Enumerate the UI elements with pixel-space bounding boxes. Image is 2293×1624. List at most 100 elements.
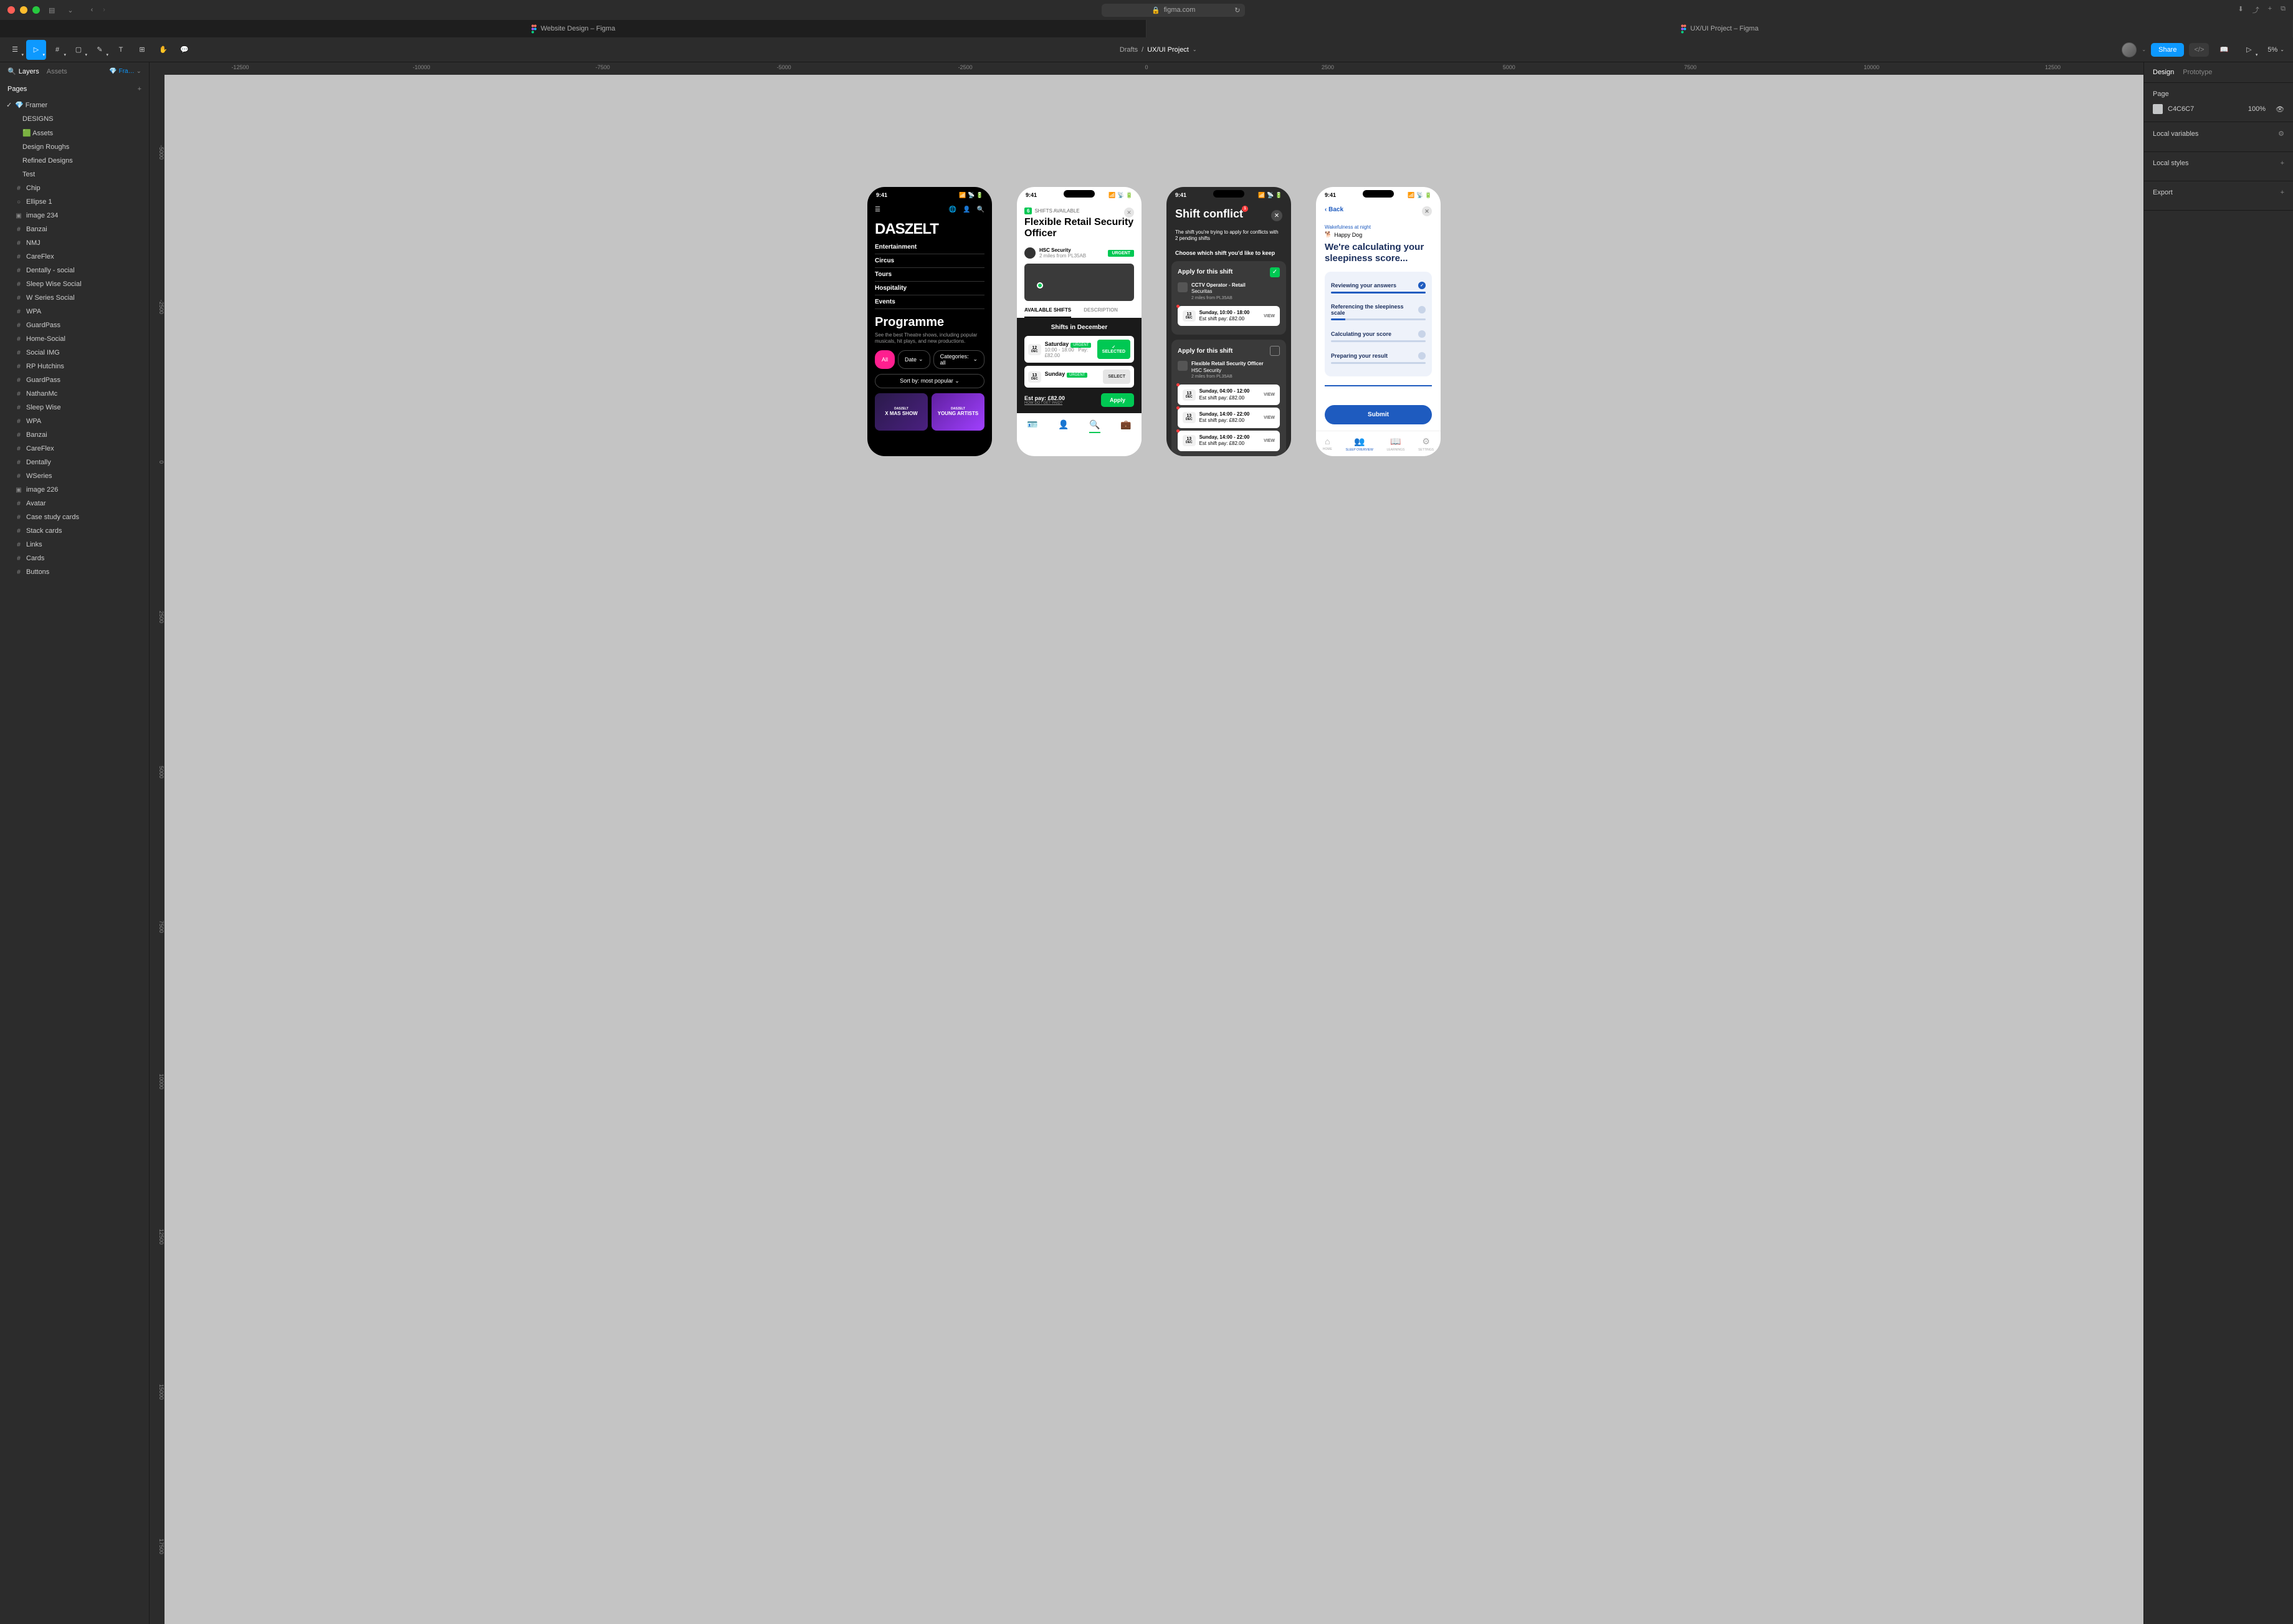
export-label: Export (2153, 189, 2173, 196)
layer-item[interactable]: #Social IMG (0, 346, 149, 360)
tabs-icon[interactable]: ⧉ (2281, 5, 2286, 15)
layer-item[interactable]: ▣image 226 (0, 483, 149, 497)
share-icon[interactable]: ⤴ (2252, 5, 2259, 15)
layer-item[interactable]: #Dentally - social (0, 264, 149, 277)
frame-icon: # (15, 280, 22, 288)
page-item[interactable]: Test (0, 168, 149, 181)
prototype-tab[interactable]: Prototype (2183, 69, 2212, 76)
page-title: Programme (867, 309, 992, 332)
zoom-level[interactable]: 5%⌄ (2264, 46, 2288, 54)
design-frame-security[interactable]: 9:41📶 📡 🔋 ✕ 6SHIFTS AVAILABLE Flexible R… (1017, 187, 1142, 456)
nav-user-icon: 👤 (1058, 419, 1069, 433)
layer-item[interactable]: #Stack cards (0, 524, 149, 538)
color-hex[interactable]: C4C6C7 (2168, 105, 2243, 113)
color-opacity[interactable]: 100% (2248, 105, 2266, 113)
page-item[interactable]: 🟩 Assets (0, 126, 149, 140)
add-style-button[interactable]: + (2281, 160, 2284, 167)
layer-item[interactable]: #GuardPass (0, 318, 149, 332)
page-item[interactable]: Design Roughs (0, 140, 149, 154)
new-tab-icon[interactable]: + (2268, 5, 2272, 15)
frame-icon: # (15, 376, 22, 384)
layer-item[interactable]: #Links (0, 538, 149, 552)
pen-tool-button[interactable]: ✎▾ (90, 40, 110, 60)
layer-item[interactable]: #WPA (0, 414, 149, 428)
layer-item[interactable]: #Banzai (0, 428, 149, 442)
present-button[interactable]: ▷▾ (2239, 40, 2259, 60)
design-tab[interactable]: Design (2153, 69, 2174, 76)
minimize-window-button[interactable] (20, 6, 27, 14)
apply-button: Apply (1101, 393, 1134, 407)
close-window-button[interactable] (7, 6, 15, 14)
design-frame-sleep[interactable]: 9:41📶 📡 🔋 ‹ Back✕ Wakefulness at night 🐕… (1316, 187, 1441, 456)
frame-tool-button[interactable]: #▾ (47, 40, 67, 60)
nav-back-icon[interactable]: ‹ (87, 4, 97, 16)
layer-item[interactable]: #WPA (0, 305, 149, 318)
nav-forward-icon[interactable]: › (99, 4, 109, 16)
sidebar-toggle-icon[interactable]: ▤ (45, 4, 59, 17)
layer-item[interactable]: ○Ellipse 1 (0, 195, 149, 209)
add-export-button[interactable]: + (2281, 189, 2284, 196)
page-filter[interactable]: 💎Fra…⌄ (109, 68, 141, 75)
add-page-button[interactable]: + (138, 85, 141, 93)
comment-tool-button[interactable]: 💬 (174, 40, 194, 60)
layer-item[interactable]: #Sleep Wise Social (0, 277, 149, 291)
layer-item[interactable]: ▣image 234 (0, 209, 149, 222)
layer-item[interactable]: #Sleep Wise (0, 401, 149, 414)
dev-mode-button[interactable]: </> (2189, 43, 2209, 57)
layer-item[interactable]: #GuardPass (0, 373, 149, 387)
variables-settings-icon[interactable]: ⚙ (2278, 130, 2284, 138)
layers-tab[interactable]: 🔍Layers (7, 67, 39, 75)
download-icon[interactable]: ⬇ (2238, 5, 2243, 15)
design-frame-daszelt[interactable]: 9:41📶 📡 🔋 ☰ 🌐 👤 🔍 DASZELT EntertainmentC… (867, 187, 992, 456)
breadcrumb-project[interactable]: UX/UI Project (1147, 46, 1189, 54)
library-icon[interactable]: 📖 (2214, 40, 2234, 60)
layer-item[interactable]: #W Series Social (0, 291, 149, 305)
close-icon: ✕ (1422, 206, 1432, 216)
choose-label: Choose which shift you'd like to keep (1166, 247, 1291, 261)
layer-item[interactable]: #Cards (0, 552, 149, 565)
chevron-down-icon[interactable]: ⌄ (2142, 47, 2146, 52)
chevron-down-icon[interactable]: ⌄ (1193, 47, 1197, 52)
layer-item[interactable]: #RP Hutchins (0, 360, 149, 373)
layer-item[interactable]: #WSeries (0, 469, 149, 483)
browser-tabs: Website Design – Figma UX/UI Project – F… (0, 20, 2293, 37)
phone-notch (1363, 190, 1394, 198)
page-item[interactable]: 💎 Framer (0, 98, 149, 112)
layer-item[interactable]: #Banzai (0, 222, 149, 236)
url-box[interactable]: 🔒 figma.com ↻ (1102, 4, 1245, 17)
color-swatch[interactable] (2153, 104, 2163, 114)
nav-item: Hospitality (875, 282, 984, 295)
move-tool-button[interactable]: ▷▾ (26, 40, 46, 60)
page-item[interactable]: Refined Designs (0, 154, 149, 168)
main-menu-button[interactable]: ☰▾ (5, 40, 25, 60)
layer-item[interactable]: #Dentally (0, 456, 149, 469)
layer-item[interactable]: #Case study cards (0, 510, 149, 524)
layer-item[interactable]: #NMJ (0, 236, 149, 250)
refresh-icon[interactable]: ↻ (1234, 6, 1240, 14)
layer-item[interactable]: #CareFlex (0, 442, 149, 456)
layer-item[interactable]: #Chip (0, 181, 149, 195)
browser-tab-2[interactable]: UX/UI Project – Figma (1146, 20, 2293, 37)
layer-item[interactable]: #NathanMc (0, 387, 149, 401)
chevron-down-icon[interactable]: ⌄ (64, 4, 77, 17)
layer-item[interactable]: #Home-Social (0, 332, 149, 346)
layer-item[interactable]: #Buttons (0, 565, 149, 579)
maximize-window-button[interactable] (32, 6, 40, 14)
user-avatar[interactable] (2122, 42, 2137, 57)
resources-button[interactable]: ⊞ (132, 40, 152, 60)
assets-tab[interactable]: Assets (47, 68, 67, 75)
pending-icon (1418, 352, 1426, 360)
shape-tool-button[interactable]: ▢▾ (69, 40, 88, 60)
design-frame-conflict[interactable]: 9:41📶 📡 🔋 ✕ Shift conflict1 The shift yo… (1166, 187, 1291, 456)
hand-tool-button[interactable]: ✋ (153, 40, 173, 60)
share-button[interactable]: Share (2151, 43, 2184, 57)
page-item[interactable]: DESIGNS (0, 112, 149, 126)
layer-item[interactable]: #CareFlex (0, 250, 149, 264)
canvas[interactable]: -12500-10000-7500-5000-25000250050007500… (150, 62, 2143, 1624)
browser-tab-1[interactable]: Website Design – Figma (0, 20, 1146, 37)
window-chrome: ▤ ⌄ ‹ › 🔒 figma.com ↻ ⬇ ⤴ + ⧉ (0, 0, 2293, 20)
visibility-icon[interactable]: 👁 (2276, 105, 2284, 113)
breadcrumb-root[interactable]: Drafts (1120, 46, 1138, 54)
layer-item[interactable]: #Avatar (0, 497, 149, 510)
text-tool-button[interactable]: T (111, 40, 131, 60)
